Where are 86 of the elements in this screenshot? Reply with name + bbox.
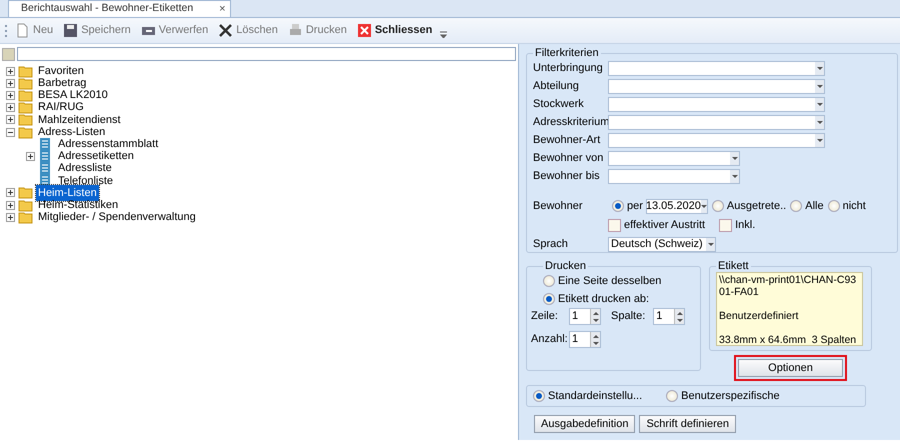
etikett-title: Etikett <box>717 261 750 272</box>
radio-button[interactable] <box>790 200 802 212</box>
radio-label: Etikett drucken ab: <box>558 292 650 307</box>
close-icon <box>218 23 234 38</box>
field-label: Bewohner <box>533 198 584 214</box>
action-button[interactable]: Schrift definieren <box>639 415 736 433</box>
field-label: Bewohner-Art <box>533 132 602 148</box>
expand-icon[interactable] <box>6 103 15 112</box>
number-spinner[interactable]: 1 <box>569 308 601 325</box>
field-label: Unterbringung <box>533 60 604 76</box>
number-spinner[interactable]: 1 <box>569 331 601 348</box>
folder-icon <box>18 64 33 79</box>
radio-label: nicht <box>842 198 866 214</box>
close-icon <box>356 23 372 38</box>
spinner-label: Spalte: <box>611 309 646 324</box>
date-dropdown[interactable]: 13.05.2020 <box>646 198 708 214</box>
expand-icon[interactable] <box>6 212 15 222</box>
document-icon <box>38 148 53 164</box>
tree-item[interactable]: Favoriten <box>36 62 86 80</box>
folder-icon <box>18 198 33 213</box>
dropdown[interactable] <box>608 114 825 130</box>
radio-button[interactable] <box>666 390 678 402</box>
dropdown[interactable] <box>608 78 825 94</box>
tree-item[interactable]: Heim-Listen <box>36 184 99 202</box>
spinner-label: Zeile: <box>531 309 559 324</box>
expand-icon[interactable] <box>6 66 15 76</box>
folder-icon <box>18 76 33 91</box>
label-info-text: 33.8mm x 64.6mm 3 Spalten <box>719 334 858 346</box>
expand-icon[interactable] <box>6 78 15 88</box>
folder-icon <box>18 124 33 140</box>
drucken-title: Drucken <box>544 261 587 272</box>
dropdown[interactable] <box>608 96 825 112</box>
radio-label: per <box>627 198 643 214</box>
expand-icon[interactable] <box>26 152 35 161</box>
dropdown[interactable] <box>608 150 740 166</box>
expand-icon[interactable] <box>6 200 15 210</box>
checkbox-label: Inkl. <box>735 218 756 233</box>
printer-icon <box>288 23 303 38</box>
label-info-text: \\chan-vm-print01\CHAN-C9301-FA01 <box>719 274 858 298</box>
field-label: Sprach <box>533 236 569 252</box>
radio-label: Standardeinstellu... <box>548 388 642 404</box>
action-button[interactable]: Ausgabedefinition <box>534 415 636 433</box>
radio-button[interactable] <box>543 293 555 305</box>
dropdown[interactable]: Deutsch (Schweiz) <box>608 236 716 252</box>
radio-button[interactable] <box>612 200 624 212</box>
document-icon <box>38 161 53 176</box>
checkbox-label: effektiver Austritt <box>624 218 706 233</box>
field-label: Bewohner von <box>533 150 604 166</box>
radio-label: Eine Seite desselben <box>558 274 662 289</box>
spinner-label: Anzahl: <box>531 332 569 348</box>
collapse-icon[interactable] <box>6 128 15 137</box>
checkbox[interactable] <box>608 218 621 232</box>
folder-icon <box>18 112 33 128</box>
document-tab[interactable]: Berichtauswahl - Bewohner-Etiketten × <box>8 0 231 17</box>
radio-button[interactable] <box>712 200 724 212</box>
close-button[interactable]: Schliessen <box>354 22 434 39</box>
field-label: Adresskriterium <box>533 114 608 130</box>
radio-label: Alle <box>805 198 824 214</box>
field-label: Abteilung <box>533 78 580 94</box>
radio-label: Benutzerspezifische <box>681 388 780 404</box>
label-info-text: Benutzerdefiniert <box>719 310 800 322</box>
expand-icon[interactable] <box>6 90 15 100</box>
radio-button[interactable] <box>533 390 545 402</box>
dropdown[interactable] <box>608 60 825 76</box>
expand-icon[interactable] <box>6 115 15 124</box>
page-icon <box>15 23 30 38</box>
number-spinner[interactable]: 1 <box>653 308 686 325</box>
dropdown[interactable] <box>608 168 740 184</box>
close-tab-button[interactable]: × <box>219 0 226 18</box>
folder-icon <box>18 100 33 116</box>
expand-icon[interactable] <box>6 188 15 198</box>
field-label: Stockwerk <box>533 96 585 112</box>
dropdown[interactable] <box>608 132 825 148</box>
radio-button[interactable] <box>828 200 840 212</box>
checkbox[interactable] <box>719 218 732 232</box>
filter-input[interactable] <box>17 47 516 61</box>
document-icon <box>38 136 53 152</box>
folder-icon <box>18 88 33 103</box>
radio-label: Ausgetrete.. <box>726 198 786 214</box>
folder-icon <box>18 210 33 225</box>
radio-button[interactable] <box>543 275 555 287</box>
filter-title: Filterkriterien <box>534 48 600 59</box>
field-label: Bewohner bis <box>533 168 601 184</box>
toolbar-grip-icon <box>4 24 7 38</box>
options-button[interactable]: Optionen <box>738 359 843 377</box>
folder-icon <box>18 185 33 200</box>
